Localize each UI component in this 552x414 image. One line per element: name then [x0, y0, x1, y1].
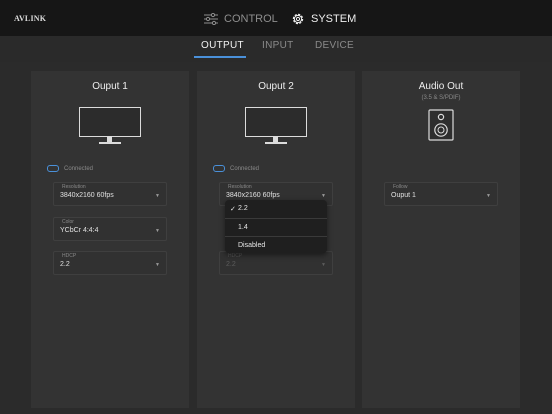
follow-select[interactable]: Follow Ouput 1 ▼ — [384, 182, 498, 206]
nav-system[interactable]: SYSTEM — [291, 8, 356, 30]
field-label: Resolution — [228, 184, 252, 190]
hdcp-select[interactable]: HDCP 2.2 ▼ — [53, 251, 167, 275]
connection-status: Connected — [47, 165, 93, 172]
speaker-icon — [428, 109, 454, 141]
chevron-down-icon: ▼ — [486, 193, 491, 199]
option-label: 1.4 — [238, 224, 248, 231]
tab-input[interactable]: INPUT — [262, 40, 294, 51]
output-1-panel: Ouput 1 Connected Resolution 3840x2160 6… — [31, 71, 189, 408]
gear-icon — [292, 13, 304, 25]
color-select[interactable]: Color YCbCr 4:4:4 ▼ — [53, 217, 167, 241]
field-value: 3840x2160 60fps — [60, 192, 114, 199]
field-label: Color — [62, 219, 74, 225]
nav-control-label: CONTROL — [224, 13, 278, 25]
option-label: Disabled — [238, 242, 266, 249]
sub-tab-bar: OUTPUT INPUT DEVICE — [0, 36, 552, 62]
hdcp-dropdown-menu: ✓ 2.2 1.4 Disabled — [225, 200, 327, 253]
field-label: Follow — [393, 184, 408, 190]
dropdown-option-disabled[interactable]: Disabled — [225, 236, 327, 254]
audio-out-panel: Audio Out (3.5 & S/PDIF) Follow Ouput 1 … — [362, 71, 520, 408]
connection-status: Connected — [213, 165, 259, 172]
field-value: 2.2 — [226, 261, 236, 268]
monitor-icon — [245, 107, 307, 145]
chevron-down-icon: ▼ — [155, 262, 160, 268]
field-value: Ouput 1 — [391, 192, 416, 199]
chevron-down-icon: ▼ — [155, 193, 160, 199]
active-tab-indicator — [194, 56, 246, 58]
top-bar: AVLINK CONTROL SYSTEM — [0, 0, 552, 36]
panel-title: Ouput 1 — [92, 81, 128, 92]
field-label: Resolution — [62, 184, 86, 190]
link-icon — [213, 165, 225, 172]
panel-subtitle: (3.5 & S/PDIF) — [421, 95, 461, 101]
chevron-down-icon: ▼ — [321, 262, 326, 268]
connection-status-label: Connected — [64, 165, 94, 172]
connection-status-label: Connected — [230, 165, 260, 172]
dropdown-option-2-2[interactable]: ✓ 2.2 — [225, 200, 327, 217]
option-label: 2.2 — [238, 205, 248, 212]
resolution-select[interactable]: Resolution 3840x2160 60fps ▼ — [53, 182, 167, 206]
dropdown-option-1-4[interactable]: 1.4 — [225, 218, 327, 236]
panel-title: Ouput 2 — [258, 81, 294, 92]
nav-control[interactable]: CONTROL — [204, 8, 278, 30]
link-icon — [47, 165, 59, 172]
field-value: 3840x2160 60fps — [226, 192, 280, 199]
monitor-icon — [79, 107, 141, 145]
chevron-down-icon: ▼ — [321, 193, 326, 199]
chevron-down-icon: ▼ — [155, 228, 160, 234]
sliders-icon — [204, 13, 218, 25]
field-value: YCbCr 4:4:4 — [60, 227, 99, 234]
hdcp-select[interactable]: HDCP 2.2 ▼ — [219, 251, 333, 275]
field-label: HDCP — [62, 253, 77, 259]
checkmark-icon: ✓ — [230, 206, 236, 213]
tab-output[interactable]: OUTPUT — [201, 40, 244, 51]
panel-title: Audio Out — [418, 81, 464, 92]
field-value: 2.2 — [60, 261, 70, 268]
nav-system-label: SYSTEM — [311, 13, 357, 25]
tab-device[interactable]: DEVICE — [315, 40, 354, 51]
app-logo: AVLINK — [14, 14, 47, 23]
